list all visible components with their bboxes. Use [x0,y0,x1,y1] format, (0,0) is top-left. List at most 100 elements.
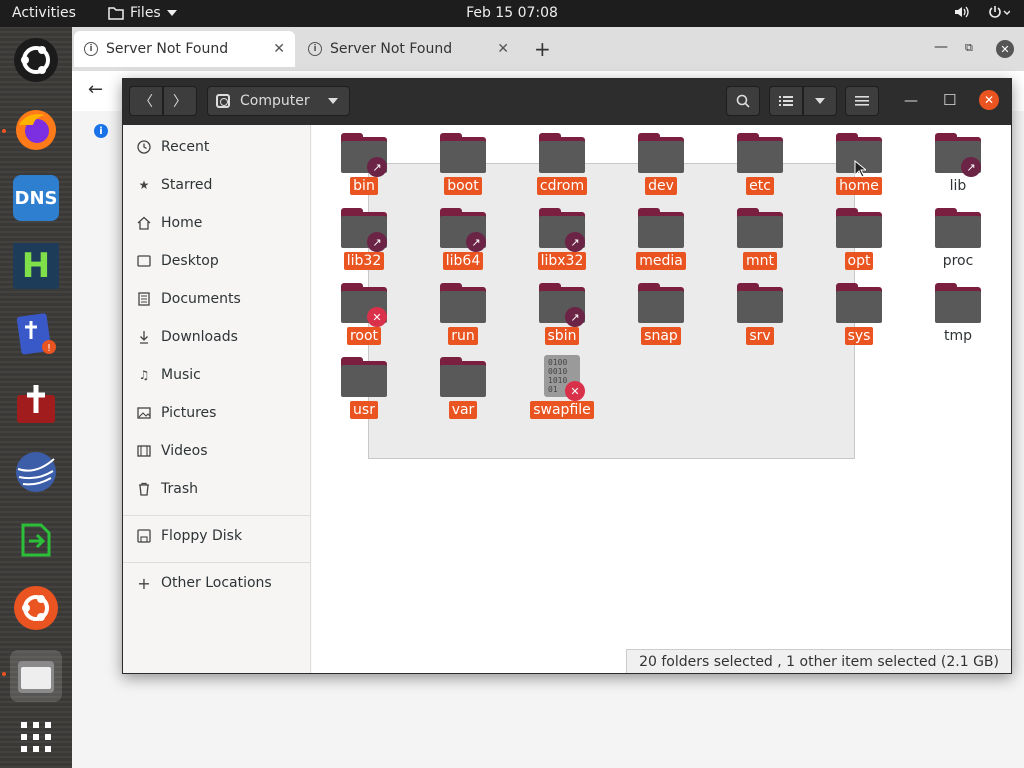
dock: DNS H ! [0,27,72,768]
sidebar-item-starred[interactable]: ★ Starred [123,166,311,204]
file-item-swapfile[interactable]: 0100 0010 1010 01 ✕ swapfile [522,349,602,423]
dock-files[interactable] [10,650,62,702]
downloads-icon [140,331,148,344]
file-item-var[interactable]: var [423,349,503,423]
search-button[interactable] [726,86,760,116]
browser-tab-1[interactable]: i Server Not Found ✕ [74,31,295,67]
back-button[interactable]: 〈 [129,86,163,116]
file-item-opt[interactable]: opt [819,200,899,274]
file-item-etc[interactable]: etc [720,125,800,199]
sidebar-item-label: Downloads [161,329,238,345]
file-item-label: media [621,252,701,270]
dock-firefox[interactable] [10,104,62,156]
dock-bible-app[interactable]: ! [10,308,62,360]
dock-ubuntu-software[interactable] [10,582,62,634]
minimize-icon[interactable]: — [934,39,948,55]
file-item-snap[interactable]: snap [621,275,701,349]
sidebar-item-label: Documents [161,291,241,307]
file-item-bin[interactable]: ↗ bin [324,125,404,199]
activities-button[interactable]: Activities [12,5,76,21]
info-icon: i [84,42,98,56]
search-icon [736,94,750,108]
sidebar-item-label: Trash [161,481,198,497]
dns-icon: DNS [13,175,59,221]
file-item-tmp[interactable]: tmp [918,275,998,349]
sidebar-item-other-locations[interactable]: + Other Locations [123,564,311,602]
grid-icon [21,722,51,752]
dock-cross-app[interactable] [10,378,62,430]
file-item-dev[interactable]: dev [621,125,701,199]
file-name: lib [949,178,967,194]
chevron-left-icon: 〈 [139,94,153,110]
sidebar-item-documents[interactable]: Documents [123,280,311,318]
app-menu-label: Files [130,5,161,21]
file-item-label: var [423,401,503,419]
app-menu[interactable]: Files [108,5,177,21]
sidebar-item-recent[interactable]: Recent [123,128,311,166]
browser-tab-2[interactable]: i Server Not Found ✕ [298,31,519,67]
file-item-sys[interactable]: sys [819,275,899,349]
dock-sphere-app[interactable] [10,446,62,498]
dock-ubuntu-logo[interactable] [10,34,62,86]
symlink-emblem-icon: ↗ [367,232,387,252]
tab-strip: i Server Not Found ✕ i Server Not Found … [72,27,1024,71]
file-item-label: opt [819,252,899,270]
file-item-lib64[interactable]: ↗ lib64 [423,200,503,274]
file-name: run [448,327,478,345]
no-access-emblem-icon: ✕ [565,381,585,401]
back-arrow-icon[interactable]: ← [88,79,103,100]
file-item-boot[interactable]: boot [423,125,503,199]
file-item-root[interactable]: ✕ root [324,275,404,349]
sidebar-item-pictures[interactable]: Pictures [123,394,311,432]
sidebar-item-videos[interactable]: Videos [123,432,311,470]
menu-button[interactable] [845,86,879,116]
file-item-srv[interactable]: srv [720,275,800,349]
maximize-icon[interactable]: ☐ [943,91,956,109]
sidebar-item-floppy-disk[interactable]: Floppy Disk [123,517,311,555]
file-item-lib[interactable]: ↗ lib [918,125,998,199]
close-window-icon[interactable]: ✕ [979,90,999,110]
folder-icon [935,208,981,248]
file-item-label: snap [621,327,701,345]
dock-green-app[interactable] [10,514,62,566]
restore-icon[interactable]: ⧉ [965,41,973,55]
file-item-cdrom[interactable]: cdrom [522,125,602,199]
forward-button[interactable]: 〉 [163,86,197,116]
chevron-down-icon [166,10,177,16]
file-item-media[interactable]: media [621,200,701,274]
new-tab-button[interactable]: + [534,37,551,61]
power-icon [989,6,1010,18]
view-list-button[interactable] [769,86,803,116]
close-tab-icon[interactable]: ✕ [497,41,509,57]
close-tab-icon[interactable]: ✕ [273,41,285,57]
view-options-button[interactable] [803,86,837,116]
location-button[interactable]: Computer [207,86,350,116]
browser-close-icon[interactable]: ✕ [996,40,1014,58]
file-item-label: usr [324,401,404,419]
file-item-run[interactable]: run [423,275,503,349]
firefox-icon [16,110,56,150]
files-content-area[interactable]: ↗ bin boot cdrom dev etc home ↗ lib ↗ lib32 ↗ lib64 ↗… [312,125,1011,673]
minimize-icon[interactable]: — [904,93,918,109]
system-tray[interactable] [954,5,1010,19]
videos-icon [137,445,151,457]
file-item-usr[interactable]: usr [324,349,404,423]
dock-dns[interactable]: DNS [10,172,62,224]
file-item-label: libx32 [522,252,602,270]
sidebar-item-label: Home [161,215,203,231]
sidebar-item-downloads[interactable]: Downloads [123,318,311,356]
show-applications-button[interactable] [10,711,62,763]
file-item-lib32[interactable]: ↗ lib32 [324,200,404,274]
sidebar-item-home[interactable]: Home [123,204,311,242]
sidebar-item-desktop[interactable]: Desktop [123,242,311,280]
sidebar-item-trash[interactable]: Trash [123,470,311,508]
file-item-mnt[interactable]: mnt [720,200,800,274]
file-name: opt [844,252,874,270]
file-item-libx32[interactable]: ↗ libx32 [522,200,602,274]
sidebar-item-music[interactable]: ♫ Music [123,356,311,394]
file-item-sbin[interactable]: ↗ sbin [522,275,602,349]
dock-h-app[interactable]: H [10,240,62,292]
clock[interactable]: Feb 15 07:08 [466,5,558,21]
file-item-proc[interactable]: proc [918,200,998,274]
clock-icon [137,140,151,154]
